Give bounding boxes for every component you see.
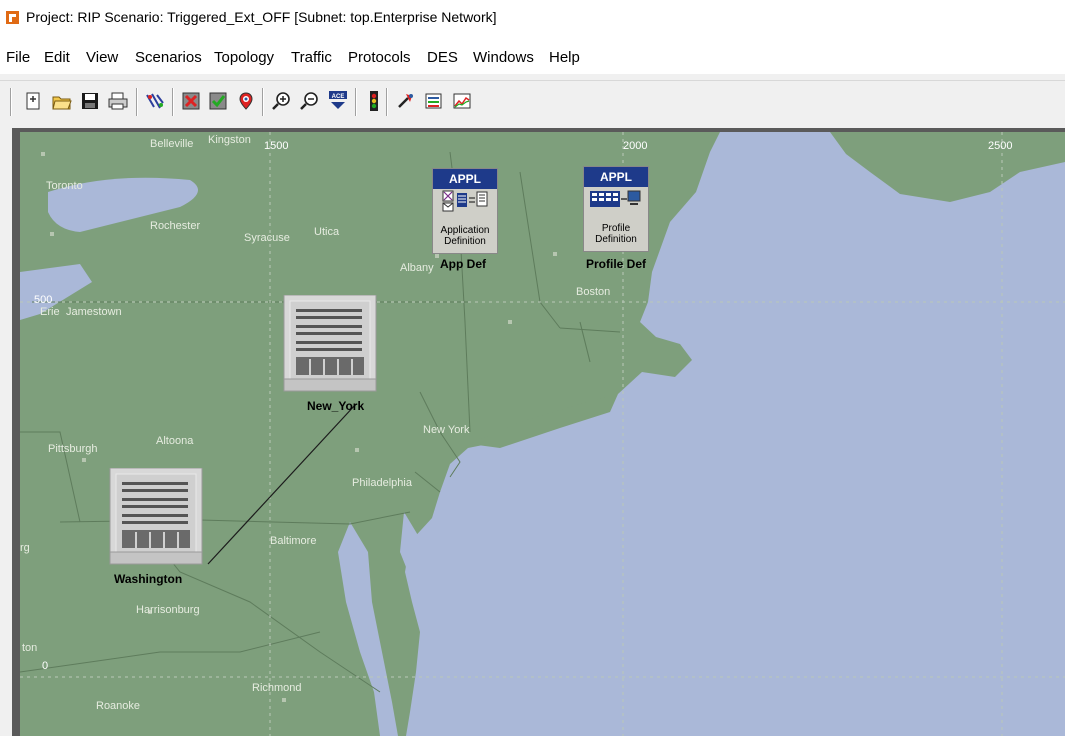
menu-edit[interactable]: Edit xyxy=(44,49,70,66)
menu-traffic[interactable]: Traffic xyxy=(291,49,332,66)
fail-node-icon[interactable] xyxy=(206,89,230,113)
object-palette-icon[interactable] xyxy=(143,89,167,113)
appl-header: APPL xyxy=(584,167,648,187)
city-label: Utica xyxy=(314,226,340,238)
city-label: Belleville xyxy=(150,138,194,150)
city-label: Baltimore xyxy=(270,535,317,547)
title-bar: Project: RIP Scenario: Triggered_Ext_OFF… xyxy=(0,0,1065,34)
new-york-label: New_York xyxy=(307,399,365,413)
verify-links-icon[interactable] xyxy=(179,89,203,113)
city-label: Jamestown xyxy=(66,306,122,318)
city-label: Rochester xyxy=(150,220,201,232)
appl-caption-line2: Definition xyxy=(595,234,637,245)
menu-help[interactable]: Help xyxy=(549,49,580,66)
city-label: Syracuse xyxy=(244,232,290,244)
city-label: rg xyxy=(20,542,30,554)
menu-file[interactable]: File xyxy=(6,49,30,66)
washington-label: Washington xyxy=(114,572,183,586)
coord-label-x2000: 2000 xyxy=(623,140,648,152)
appl-caption-line1: Profile xyxy=(601,223,631,234)
new-icon[interactable] xyxy=(22,89,46,113)
menu-bar: File Edit View Scenarios Topology Traffi… xyxy=(0,34,1065,74)
toolbar-separator xyxy=(355,88,357,116)
new-york-subnet-node[interactable] xyxy=(282,294,378,398)
profile-def-node[interactable]: APPL Profile Definition xyxy=(583,166,649,252)
project-workspace-map[interactable]: 1500 2000 2500 500 0 Belleville Kingston… xyxy=(20,132,1065,736)
menu-topology[interactable]: Topology xyxy=(214,49,274,66)
zoom-in-icon[interactable] xyxy=(270,89,294,113)
menu-view[interactable]: View xyxy=(86,49,118,66)
city-label: Roanoke xyxy=(96,700,141,712)
profile-config-icon xyxy=(590,190,641,207)
washington-subnet-node[interactable] xyxy=(108,467,204,571)
menu-windows[interactable]: Windows xyxy=(473,49,534,66)
run-simulation-icon[interactable] xyxy=(362,89,386,113)
appl-caption-line1: Application xyxy=(440,225,490,236)
view-results-icon[interactable] xyxy=(394,89,418,113)
toolbar: ACE xyxy=(0,80,1065,127)
appl-header: APPL xyxy=(433,169,497,189)
ace-icon[interactable]: ACE xyxy=(326,89,350,113)
zoom-out-icon[interactable] xyxy=(298,89,322,113)
toolbar-separator xyxy=(172,88,174,116)
app-def-label: App Def xyxy=(440,257,486,271)
coord-label-x1500: 1500 xyxy=(264,140,289,152)
building-icon xyxy=(283,294,377,392)
city-label: ton xyxy=(22,642,38,654)
recover-node-icon[interactable] xyxy=(234,89,258,113)
svg-text:ACE: ACE xyxy=(332,94,345,100)
city-label: Altoona xyxy=(156,435,194,447)
application-config-icon xyxy=(442,190,488,212)
city-label: Kingston xyxy=(208,134,251,146)
city-label: Boston xyxy=(576,286,611,298)
city-label: Toronto xyxy=(46,180,83,192)
toolbar-separator xyxy=(262,88,264,116)
web-report-icon[interactable] xyxy=(422,89,446,113)
profile-def-label: Profile Def xyxy=(586,257,647,271)
menu-scenarios[interactable]: Scenarios xyxy=(135,49,202,66)
coord-label-y500: 500 xyxy=(34,294,53,306)
save-icon[interactable] xyxy=(78,89,102,113)
toolbar-separator xyxy=(10,88,12,116)
appl-caption-line2: Definition xyxy=(444,236,486,247)
menu-protocols[interactable]: Protocols xyxy=(348,49,411,66)
city-label: Richmond xyxy=(252,682,302,694)
app-def-node[interactable]: APPL Application Definition xyxy=(432,168,498,254)
print-icon[interactable] xyxy=(106,89,130,113)
open-folder-icon[interactable] xyxy=(50,89,74,113)
city-label: Albany xyxy=(400,262,434,274)
menu-des[interactable]: DES xyxy=(427,49,458,66)
toolbar-separator xyxy=(386,88,388,116)
city-label: Erie xyxy=(40,306,60,318)
graph-icon[interactable] xyxy=(450,89,474,113)
app-logo-icon xyxy=(6,11,19,24)
toolbar-separator xyxy=(136,88,138,116)
coord-label-y0: 0 xyxy=(42,660,49,672)
window-title: Project: RIP Scenario: Triggered_Ext_OFF… xyxy=(26,9,497,25)
city-label: Pittsburgh xyxy=(48,443,98,455)
city-label: New York xyxy=(423,424,470,436)
city-label: Harrisonburg xyxy=(136,604,200,616)
coord-label-x2500: 2500 xyxy=(988,140,1013,152)
building-icon xyxy=(109,467,203,565)
city-label: Philadelphia xyxy=(352,477,412,489)
